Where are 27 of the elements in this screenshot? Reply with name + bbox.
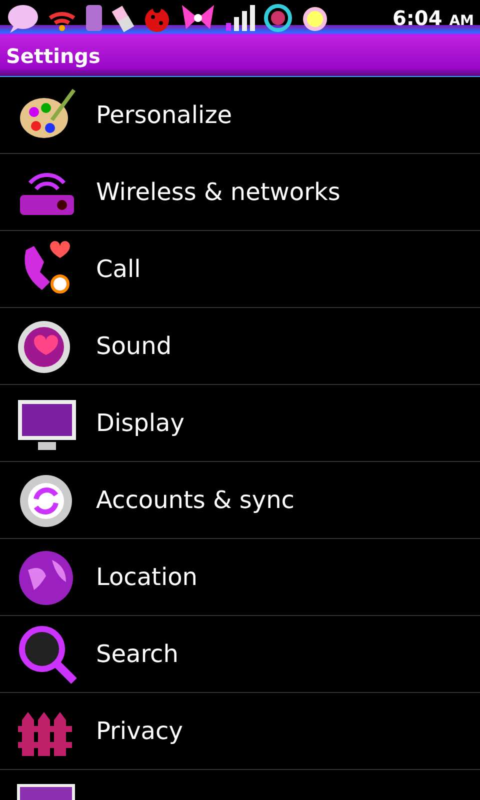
settings-item[interactable]: Search <box>0 616 480 693</box>
settings-item[interactable]: Privacy <box>0 693 480 770</box>
app-icon <box>17 784 75 800</box>
settings-item[interactable]: Location <box>0 539 480 616</box>
settings-item[interactable]: Personalize <box>0 77 480 154</box>
clock: 6:04 AM <box>392 6 474 30</box>
settings-item-label: Wireless & networks <box>96 178 340 206</box>
settings-item[interactable]: Wireless & networks <box>0 154 480 231</box>
signal-icon <box>224 3 256 33</box>
usb-icon <box>110 4 136 32</box>
settings-item-label: Display <box>96 409 184 437</box>
settings-item-label: Privacy <box>96 717 183 745</box>
settings-item[interactable]: Display <box>0 385 480 462</box>
settings-item[interactable]: Sound <box>0 308 480 385</box>
settings-item[interactable]: Accounts & sync <box>0 462 480 539</box>
settings-item-label: Call <box>96 255 141 283</box>
settings-item[interactable]: Call <box>0 231 480 308</box>
battery-ring-icon <box>262 2 294 34</box>
search-icon <box>16 623 78 685</box>
phone-icon <box>84 3 104 33</box>
settings-item-label: Location <box>96 563 198 591</box>
settings-item-label: Personalize <box>96 101 232 129</box>
settings-item-label: Sound <box>96 332 172 360</box>
settings-item-label: Search <box>96 640 178 668</box>
settings-item-label: Accounts & sync <box>96 486 294 514</box>
chat-bubble-icon <box>6 3 40 33</box>
screen-title: Settings <box>6 44 100 68</box>
